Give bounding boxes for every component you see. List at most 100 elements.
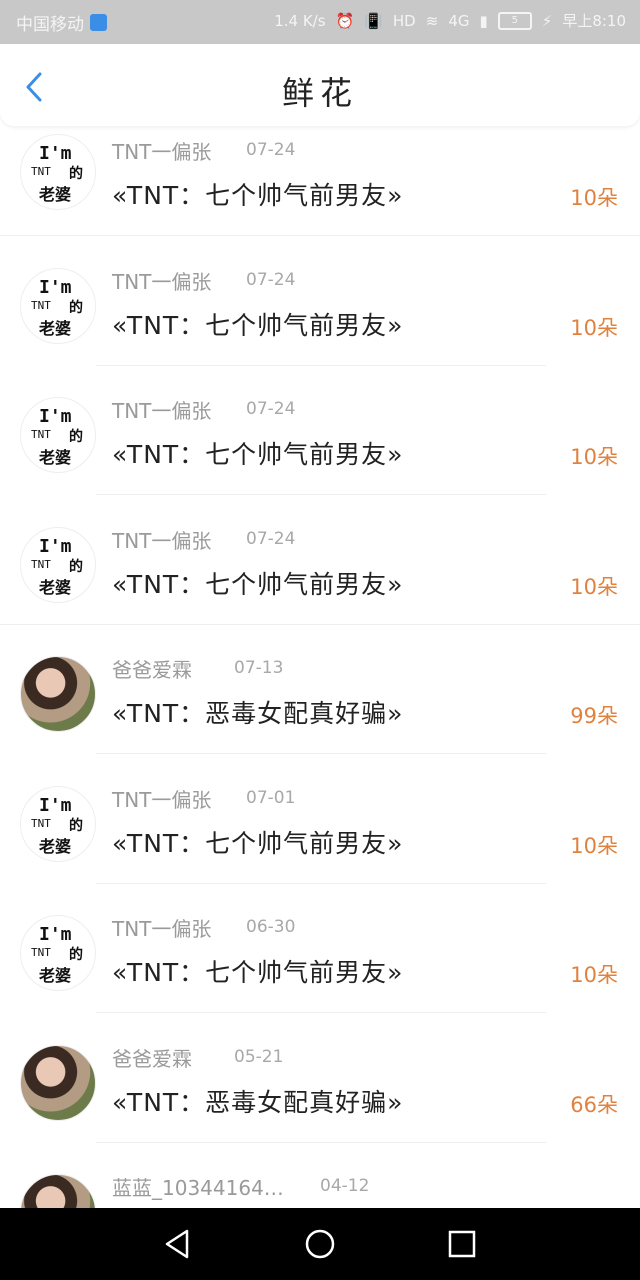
row-divider bbox=[0, 235, 640, 236]
sender-name: 蓝蓝_10344164… bbox=[112, 1176, 284, 1200]
avatar-text: I'm TNT 的老婆 bbox=[21, 528, 95, 602]
avatar-text: I'm TNT 的老婆 bbox=[21, 916, 95, 990]
avatar-line2: TNT bbox=[31, 817, 51, 830]
signal-icon: ▮ bbox=[479, 11, 488, 30]
avatar-line3: 的 bbox=[69, 559, 83, 575]
sender-name: TNT一偏张 bbox=[112, 399, 212, 423]
row-divider bbox=[96, 753, 546, 754]
avatar-line1: I'm bbox=[39, 277, 72, 298]
sender-name: 爸爸爱霖 bbox=[112, 1047, 192, 1071]
date-label: 07-24 bbox=[246, 399, 296, 419]
avatar-line3: 的 bbox=[69, 947, 83, 963]
home-circle-icon[interactable] bbox=[302, 1226, 338, 1262]
avatar[interactable]: I'm TNT 的老婆 bbox=[20, 134, 96, 210]
list-item[interactable]: I'm TNT 的老婆 TNT一偏张 07-24 «TNT：七个帅气前男友» 10朵 bbox=[0, 515, 640, 645]
list-item[interactable]: I'm TNT 的老婆 TNT一偏张 07-24 «TNT：七个帅气前男友» 10朵 bbox=[0, 385, 640, 515]
flower-count: 66朵 bbox=[570, 1093, 618, 1117]
sender-name: TNT一偏张 bbox=[112, 270, 212, 294]
network-type: 4G bbox=[448, 11, 470, 30]
date-label: 04-12 bbox=[320, 1176, 370, 1196]
flower-list: I'm TNT 的老婆 TNT一偏张 07-24 «TNT：七个帅气前男友» 10朵 I'm T… bbox=[0, 126, 640, 1208]
avatar-text: I'm TNT 的老婆 bbox=[21, 787, 95, 861]
battery-icon: 5 bbox=[497, 11, 532, 30]
page-title: 鲜花 bbox=[281, 74, 358, 112]
avatar-line3: 的 bbox=[69, 166, 83, 182]
avatar-line1: I'm bbox=[39, 795, 72, 816]
back-triangle-icon[interactable] bbox=[160, 1226, 196, 1262]
battery-level: 5 bbox=[511, 14, 518, 26]
row-divider bbox=[96, 883, 546, 884]
date-label: 07-13 bbox=[234, 658, 284, 678]
recents-square-icon[interactable] bbox=[444, 1226, 480, 1262]
avatar-line3: 的 bbox=[69, 300, 83, 316]
avatar-line1: I'm bbox=[39, 406, 72, 427]
avatar-line2: TNT bbox=[31, 165, 51, 178]
row-divider bbox=[96, 1142, 546, 1143]
list-item[interactable]: I'm TNT 的老婆 TNT一偏张 07-24 «TNT：七个帅气前男友» 10朵 bbox=[0, 126, 640, 256]
alarm-icon: ⏰ bbox=[335, 11, 355, 30]
sender-name: TNT一偏张 bbox=[112, 788, 212, 812]
hd-icon: HD bbox=[392, 11, 416, 30]
avatar-line3: 的 bbox=[69, 818, 83, 834]
avatar-text: I'm TNT 的老婆 bbox=[21, 398, 95, 472]
list-item[interactable]: I'm TNT 的老婆 TNT一偏张 07-01 «TNT：七个帅气前男友» 10朵 bbox=[0, 774, 640, 904]
book-title[interactable]: «TNT：七个帅气前男友» bbox=[112, 176, 403, 212]
book-title[interactable]: «TNT：七个帅气前男友» bbox=[112, 565, 403, 601]
clock: 早上8:10 bbox=[562, 12, 626, 30]
network-speed: 1.4 K/s bbox=[274, 11, 326, 30]
flower-count: 10朵 bbox=[570, 834, 618, 858]
avatar-line4: 老婆 bbox=[39, 966, 72, 985]
book-title[interactable]: «TNT：七个帅气前男友» bbox=[112, 435, 403, 471]
row-divider bbox=[96, 365, 546, 366]
row-divider bbox=[96, 1012, 546, 1013]
status-bar: 中国移动 1.4 K/s ⏰ 📳 HD ≋ 4G ▮ 5 ⚡ 早上8:10 bbox=[0, 0, 640, 44]
avatar-line3: 的 bbox=[69, 429, 83, 445]
avatar[interactable]: I'm TNT 的老婆 bbox=[20, 786, 96, 862]
avatar[interactable]: I'm TNT 的老婆 bbox=[20, 397, 96, 473]
avatar-text: I'm TNT 的老婆 bbox=[21, 269, 95, 343]
avatar[interactable]: I'm TNT 的老婆 bbox=[20, 915, 96, 991]
charging-icon: ⚡ bbox=[541, 11, 553, 30]
sender-name: TNT一偏张 bbox=[112, 529, 212, 553]
book-title[interactable]: «TNT：七个帅气前男友» bbox=[112, 306, 403, 342]
header: 鲜花 bbox=[0, 44, 640, 126]
avatar-line1: I'm bbox=[39, 924, 72, 945]
sender-name: TNT一偏张 bbox=[112, 140, 212, 164]
navigation-bar bbox=[0, 1208, 640, 1280]
avatar[interactable] bbox=[20, 656, 96, 732]
book-title[interactable]: «TNT：恶毒女配真好骗» bbox=[112, 1083, 403, 1119]
flower-count: 10朵 bbox=[570, 186, 618, 210]
book-title[interactable]: «TNT：七个帅气前男友» bbox=[112, 953, 403, 989]
avatar[interactable] bbox=[20, 1045, 96, 1121]
avatar-line4: 老婆 bbox=[39, 837, 72, 856]
flower-count: 99朵 bbox=[570, 704, 618, 728]
list-item[interactable]: 蓝蓝_10344164… 04-12 bbox=[0, 1162, 640, 1208]
avatar-line4: 老婆 bbox=[39, 448, 72, 467]
wifi-icon: ≋ bbox=[425, 11, 439, 30]
shield-icon bbox=[90, 14, 107, 31]
book-title[interactable]: «TNT：恶毒女配真好骗» bbox=[112, 694, 403, 730]
status-right: 1.4 K/s ⏰ 📳 HD ≋ 4G ▮ 5 ⚡ 早上8:10 bbox=[274, 10, 626, 31]
avatar[interactable]: I'm TNT 的老婆 bbox=[20, 527, 96, 603]
avatar-line4: 老婆 bbox=[39, 185, 72, 204]
sender-name: 爸爸爱霖 bbox=[112, 658, 192, 682]
book-title[interactable]: «TNT：七个帅气前男友» bbox=[112, 824, 403, 860]
list-item[interactable]: 爸爸爱霖 07-13 «TNT：恶毒女配真好骗» 99朵 bbox=[0, 644, 640, 774]
list-item[interactable]: 爸爸爱霖 05-21 «TNT：恶毒女配真好骗» 66朵 bbox=[0, 1033, 640, 1163]
list-item[interactable]: I'm TNT 的老婆 TNT一偏张 06-30 «TNT：七个帅气前男友» 10朵 bbox=[0, 903, 640, 1033]
row-divider bbox=[96, 494, 546, 495]
vibrate-icon: 📳 bbox=[364, 11, 383, 30]
avatar-line1: I'm bbox=[39, 536, 72, 557]
avatar[interactable] bbox=[20, 1174, 96, 1208]
date-label: 07-01 bbox=[246, 788, 296, 808]
avatar-line4: 老婆 bbox=[39, 319, 72, 338]
date-label: 07-24 bbox=[246, 270, 296, 290]
avatar-text: I'm TNT 的老婆 bbox=[21, 135, 95, 209]
list-item[interactable]: I'm TNT 的老婆 TNT一偏张 07-24 «TNT：七个帅气前男友» 10朵 bbox=[0, 256, 640, 386]
flower-count: 10朵 bbox=[570, 963, 618, 987]
avatar-line2: TNT bbox=[31, 946, 51, 959]
avatar[interactable]: I'm TNT 的老婆 bbox=[20, 268, 96, 344]
flower-count: 10朵 bbox=[570, 316, 618, 340]
status-left: 中国移动 bbox=[16, 10, 107, 35]
date-label: 07-24 bbox=[246, 140, 296, 160]
